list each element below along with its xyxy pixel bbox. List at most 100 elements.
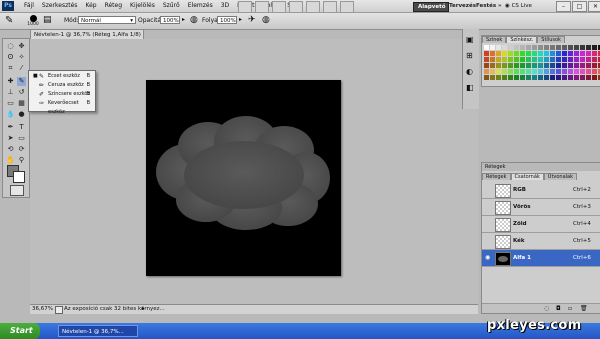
swatch-cell[interactable]	[490, 63, 495, 68]
swatch-cell[interactable]	[502, 63, 507, 68]
eraser-tool-icon[interactable]: ▭	[6, 99, 15, 108]
swatch-cell[interactable]	[556, 45, 561, 50]
swatch-cell[interactable]	[514, 69, 519, 74]
shape-tool-icon[interactable]: ▭	[17, 134, 26, 143]
channel-row-blue[interactable]: Kék Ctrl+5	[482, 233, 600, 250]
swatch-cell[interactable]	[586, 69, 591, 74]
eyedropper-tool-icon[interactable]: ⁄	[17, 64, 26, 73]
swatch-cell[interactable]	[526, 75, 531, 80]
brush-panel-toggle-icon[interactable]: ▤	[43, 16, 52, 25]
swatch-cell[interactable]	[538, 45, 543, 50]
channel-row-rgb[interactable]: RGB Ctrl+2	[482, 182, 600, 199]
swatch-cell[interactable]	[538, 57, 543, 62]
tool-preset-brush-icon[interactable]: ✎	[5, 15, 13, 27]
swatch-cell[interactable]	[562, 45, 567, 50]
visibility-icon[interactable]	[485, 237, 492, 244]
channel-row-alpha-1[interactable]: ◉ Alfa 1 Ctrl+6	[482, 250, 600, 267]
blur-tool-icon[interactable]: 💧	[6, 110, 15, 119]
lasso-tool-icon[interactable]: ʘ	[6, 53, 15, 62]
swatch-cell[interactable]	[574, 69, 579, 74]
swatch-cell[interactable]	[568, 63, 573, 68]
visibility-icon[interactable]	[485, 186, 492, 193]
swatch-cell[interactable]	[574, 57, 579, 62]
clone-stamp-tool-icon[interactable]: ⊥	[6, 88, 15, 97]
flow-input[interactable]: 100%	[217, 16, 237, 24]
masks-panel-icon[interactable]: ◧	[466, 83, 474, 92]
swatch-cell[interactable]	[508, 75, 513, 80]
swatch-cell[interactable]	[520, 51, 525, 56]
navigator-panel-icon[interactable]: ⊞	[466, 51, 473, 60]
swatch-cell[interactable]	[592, 75, 597, 80]
swatch-cell[interactable]	[508, 51, 513, 56]
swatch-cell[interactable]	[520, 45, 525, 50]
swatch-cell[interactable]	[550, 63, 555, 68]
background-color-swatch[interactable]	[13, 171, 25, 183]
swatch-cell[interactable]	[568, 75, 573, 80]
arrange-documents-icon[interactable]	[323, 1, 337, 13]
flyout-item-brush[interactable]: ■ ✎ Ecset eszköz B	[31, 72, 93, 81]
swatch-cell[interactable]	[496, 57, 501, 62]
swatch-cell[interactable]	[586, 75, 591, 80]
swatch-cell[interactable]	[484, 63, 489, 68]
swatch-cell[interactable]	[526, 63, 531, 68]
move-tool-icon[interactable]: ✥	[17, 42, 26, 51]
tab-channels[interactable]: Csatornák	[510, 173, 544, 180]
swatch-cell[interactable]	[592, 45, 597, 50]
swatch-cell[interactable]	[508, 63, 513, 68]
swatch-cell[interactable]	[496, 45, 501, 50]
swatch-cell[interactable]	[568, 45, 573, 50]
swatch-cell[interactable]	[508, 57, 513, 62]
swatch-cell[interactable]	[490, 69, 495, 74]
swatch-cell[interactable]	[562, 75, 567, 80]
swatch-cell[interactable]	[520, 75, 525, 80]
flyout-item-pencil[interactable]: ✏ Ceruza eszköz B	[31, 81, 93, 90]
crop-tool-icon[interactable]: ⌗	[6, 64, 15, 73]
swatch-cell[interactable]	[484, 51, 489, 56]
swatch-cell[interactable]	[550, 69, 555, 74]
swatch-cell[interactable]	[490, 51, 495, 56]
swatch-cell[interactable]	[526, 57, 531, 62]
healing-brush-tool-icon[interactable]: ✚	[6, 77, 15, 86]
swatch-cell[interactable]	[562, 63, 567, 68]
swatch-cell[interactable]	[532, 75, 537, 80]
tab-swatches[interactable]: Színkész.	[506, 36, 538, 43]
history-panel-icon[interactable]: ▣	[466, 35, 474, 44]
channel-row-red[interactable]: Vörös Ctrl+3	[482, 199, 600, 216]
swatch-cell[interactable]	[502, 57, 507, 62]
swatch-cell[interactable]	[496, 69, 501, 74]
screen-mode-icon[interactable]	[340, 1, 354, 13]
swatch-cell[interactable]	[562, 69, 567, 74]
flow-dropdown-icon[interactable]: ▸	[239, 16, 242, 23]
swatch-cell[interactable]	[502, 45, 507, 50]
mini-bridge-icon[interactable]	[255, 1, 269, 13]
swatch-cell[interactable]	[544, 75, 549, 80]
swatch-cell[interactable]	[496, 75, 501, 80]
adjustments-panel-icon[interactable]: ◐	[466, 67, 473, 76]
hand-tool-icon[interactable]	[306, 1, 320, 13]
swatch-cell[interactable]	[538, 63, 543, 68]
swatch-cell[interactable]	[514, 63, 519, 68]
status-menu-arrow-icon[interactable]: ▸	[142, 305, 145, 314]
swatch-cell[interactable]	[574, 75, 579, 80]
document-tab[interactable]: Névtelen-1 @ 36,7% (Réteg 1,Alfa 1/8) *✕	[30, 29, 144, 48]
type-tool-icon[interactable]: T	[17, 123, 26, 132]
swatch-cell[interactable]	[580, 45, 585, 50]
swatch-cell[interactable]	[496, 63, 501, 68]
swatch-cell[interactable]	[592, 51, 597, 56]
swatch-cell[interactable]	[514, 51, 519, 56]
swatch-cell[interactable]	[544, 63, 549, 68]
swatch-cell[interactable]	[580, 57, 585, 62]
swatch-cell[interactable]	[550, 75, 555, 80]
tablet-pressure-opacity-icon[interactable]: ◍	[190, 15, 198, 25]
swatch-cell[interactable]	[538, 75, 543, 80]
menu-3d[interactable]: 3D	[217, 0, 233, 12]
swatch-cell[interactable]	[484, 45, 489, 50]
zoom-level-icon[interactable]	[289, 1, 303, 13]
swatch-cell[interactable]	[592, 63, 597, 68]
menu-select[interactable]: Kijelölés	[126, 0, 159, 12]
tablet-pressure-size-icon[interactable]: ◍	[262, 15, 270, 25]
mode-select[interactable]: Normál ▾	[78, 16, 136, 24]
swatch-cell[interactable]	[502, 69, 507, 74]
swatch-cell[interactable]	[544, 45, 549, 50]
status-info-icon[interactable]	[55, 306, 63, 314]
